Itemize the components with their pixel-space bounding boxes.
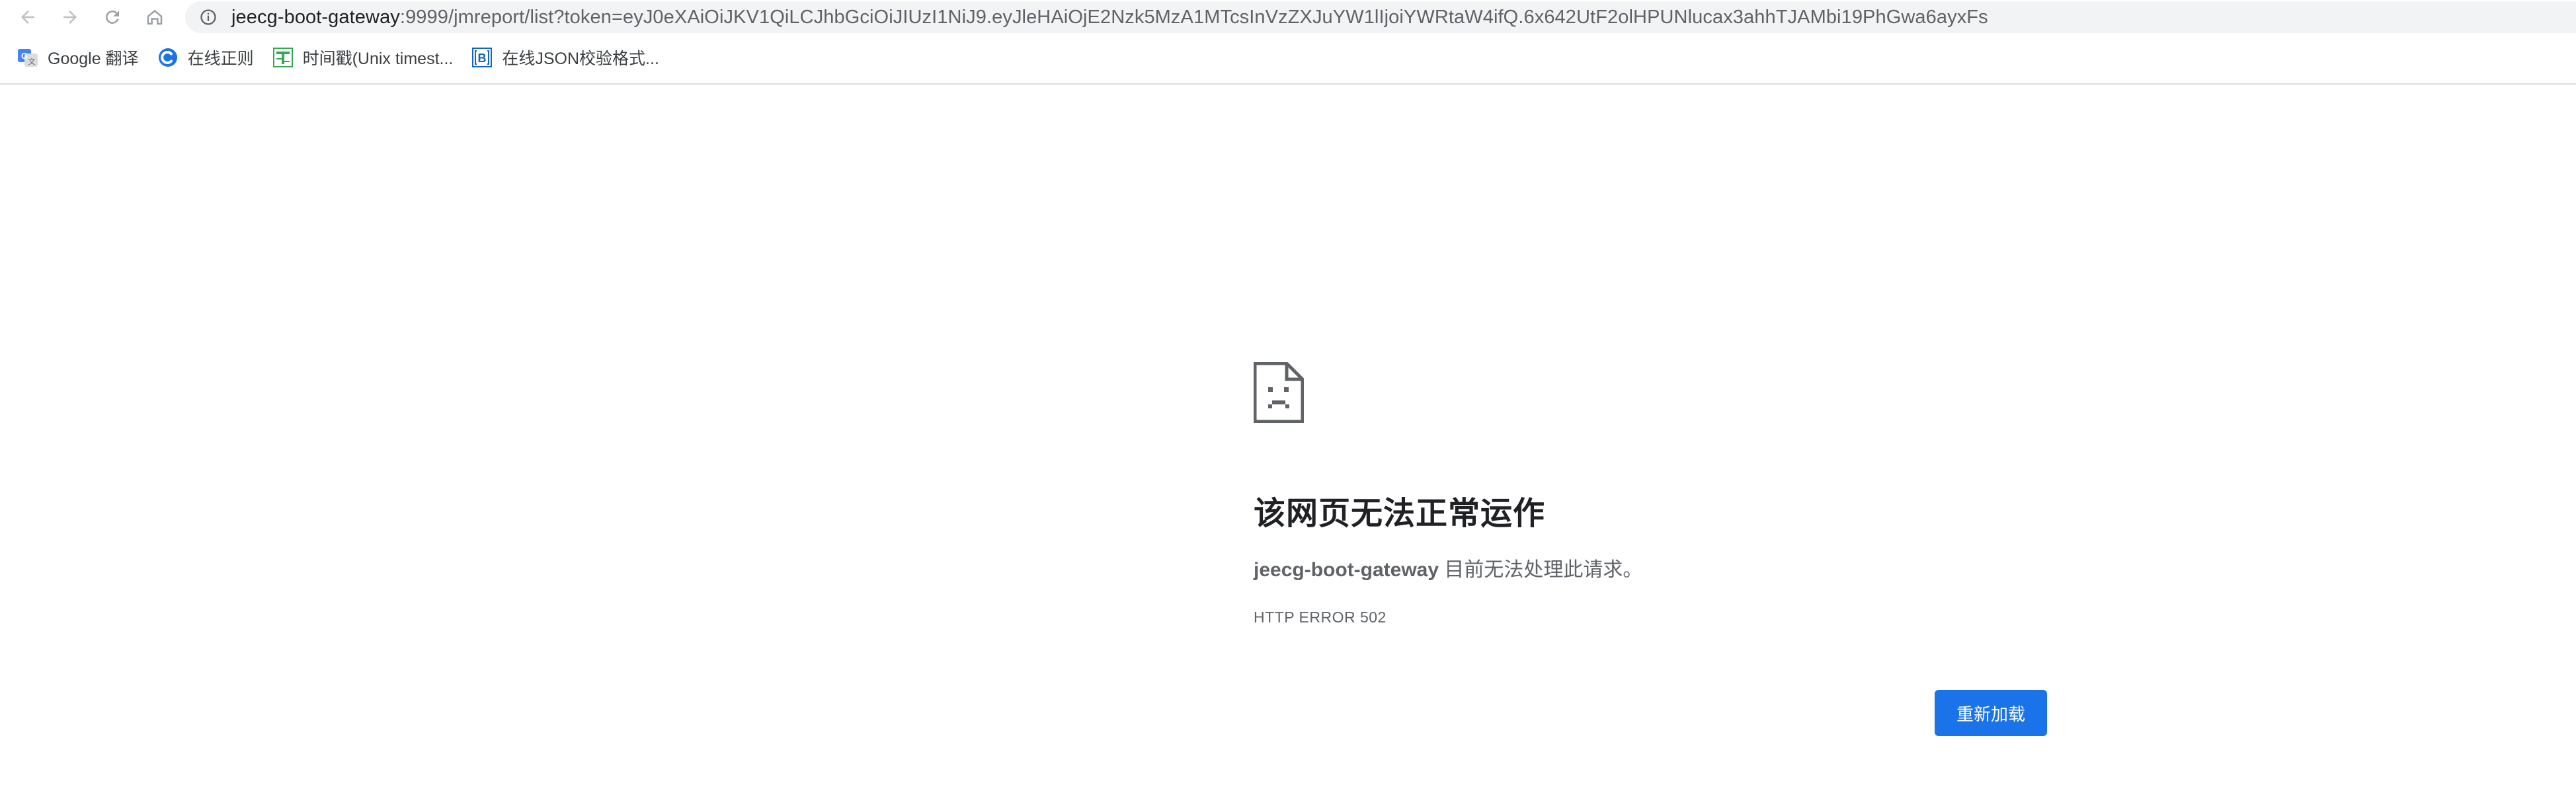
sad-document-icon [1253, 361, 1305, 424]
error-title: 该网页无法正常运作 [1254, 496, 1546, 531]
svg-text:文: 文 [28, 57, 36, 66]
home-icon [147, 9, 163, 25]
bookmark-google-translate[interactable]: G 文 Google 翻译 [17, 44, 141, 71]
forward-button[interactable] [57, 4, 83, 30]
bookmark-regex[interactable]: 在线正则 [157, 44, 257, 71]
address-bar[interactable]: jeecg-boot-gateway:9999/jmreport/list?to… [185, 1, 2576, 33]
svg-text:G: G [21, 51, 28, 61]
reload-page-button[interactable]: 重新加载 [1935, 690, 2047, 736]
toolbar-divider [0, 83, 2576, 85]
bookmark-label: Google 翻译 [48, 50, 139, 68]
browser-toolbar: jeecg-boot-gateway:9999/jmreport/list?to… [0, 0, 2576, 34]
regex-icon [157, 47, 179, 68]
error-code: HTTP ERROR 502 [1254, 609, 1387, 626]
bookmark-label: 在线正则 [187, 50, 254, 68]
json-icon: B [471, 47, 493, 68]
error-message: 目前无法处理此请求。 [1439, 559, 1643, 581]
url-text[interactable]: jeecg-boot-gateway:9999/jmreport/list?to… [231, 7, 1988, 28]
forward-arrow-icon [63, 11, 77, 24]
info-icon[interactable] [198, 7, 218, 27]
error-content: 该网页无法正常运作 jeecg-boot-gateway 目前无法处理此请求。 … [1253, 361, 2047, 626]
bookmark-label: 时间戳(Unix timest... [302, 50, 454, 68]
error-host: jeecg-boot-gateway [1254, 559, 1439, 581]
timestamp-icon [272, 47, 294, 68]
svg-text:B: B [478, 52, 487, 65]
url-path: :9999/jmreport/list?token=eyJ0eXAiOiJKV1… [399, 6, 1988, 28]
error-description: jeecg-boot-gateway 目前无法处理此请求。 [1254, 553, 2047, 582]
google-translate-icon: G 文 [17, 47, 38, 68]
url-host: jeecg-boot-gateway [231, 6, 400, 28]
bookmark-json[interactable]: B 在线JSON校验格式... [471, 44, 662, 71]
back-button[interactable] [15, 4, 41, 30]
home-button[interactable] [141, 4, 168, 30]
back-arrow-icon [21, 11, 34, 24]
bookmarks-bar: G 文 Google 翻译 在线正则 时间戳(Unix timest... B … [0, 40, 2576, 75]
bookmark-timestamp[interactable]: 时间戳(Unix timest... [272, 44, 456, 71]
bookmark-label: 在线JSON校验格式... [502, 50, 659, 68]
reload-icon [105, 10, 119, 24]
reload-button[interactable] [99, 4, 126, 30]
